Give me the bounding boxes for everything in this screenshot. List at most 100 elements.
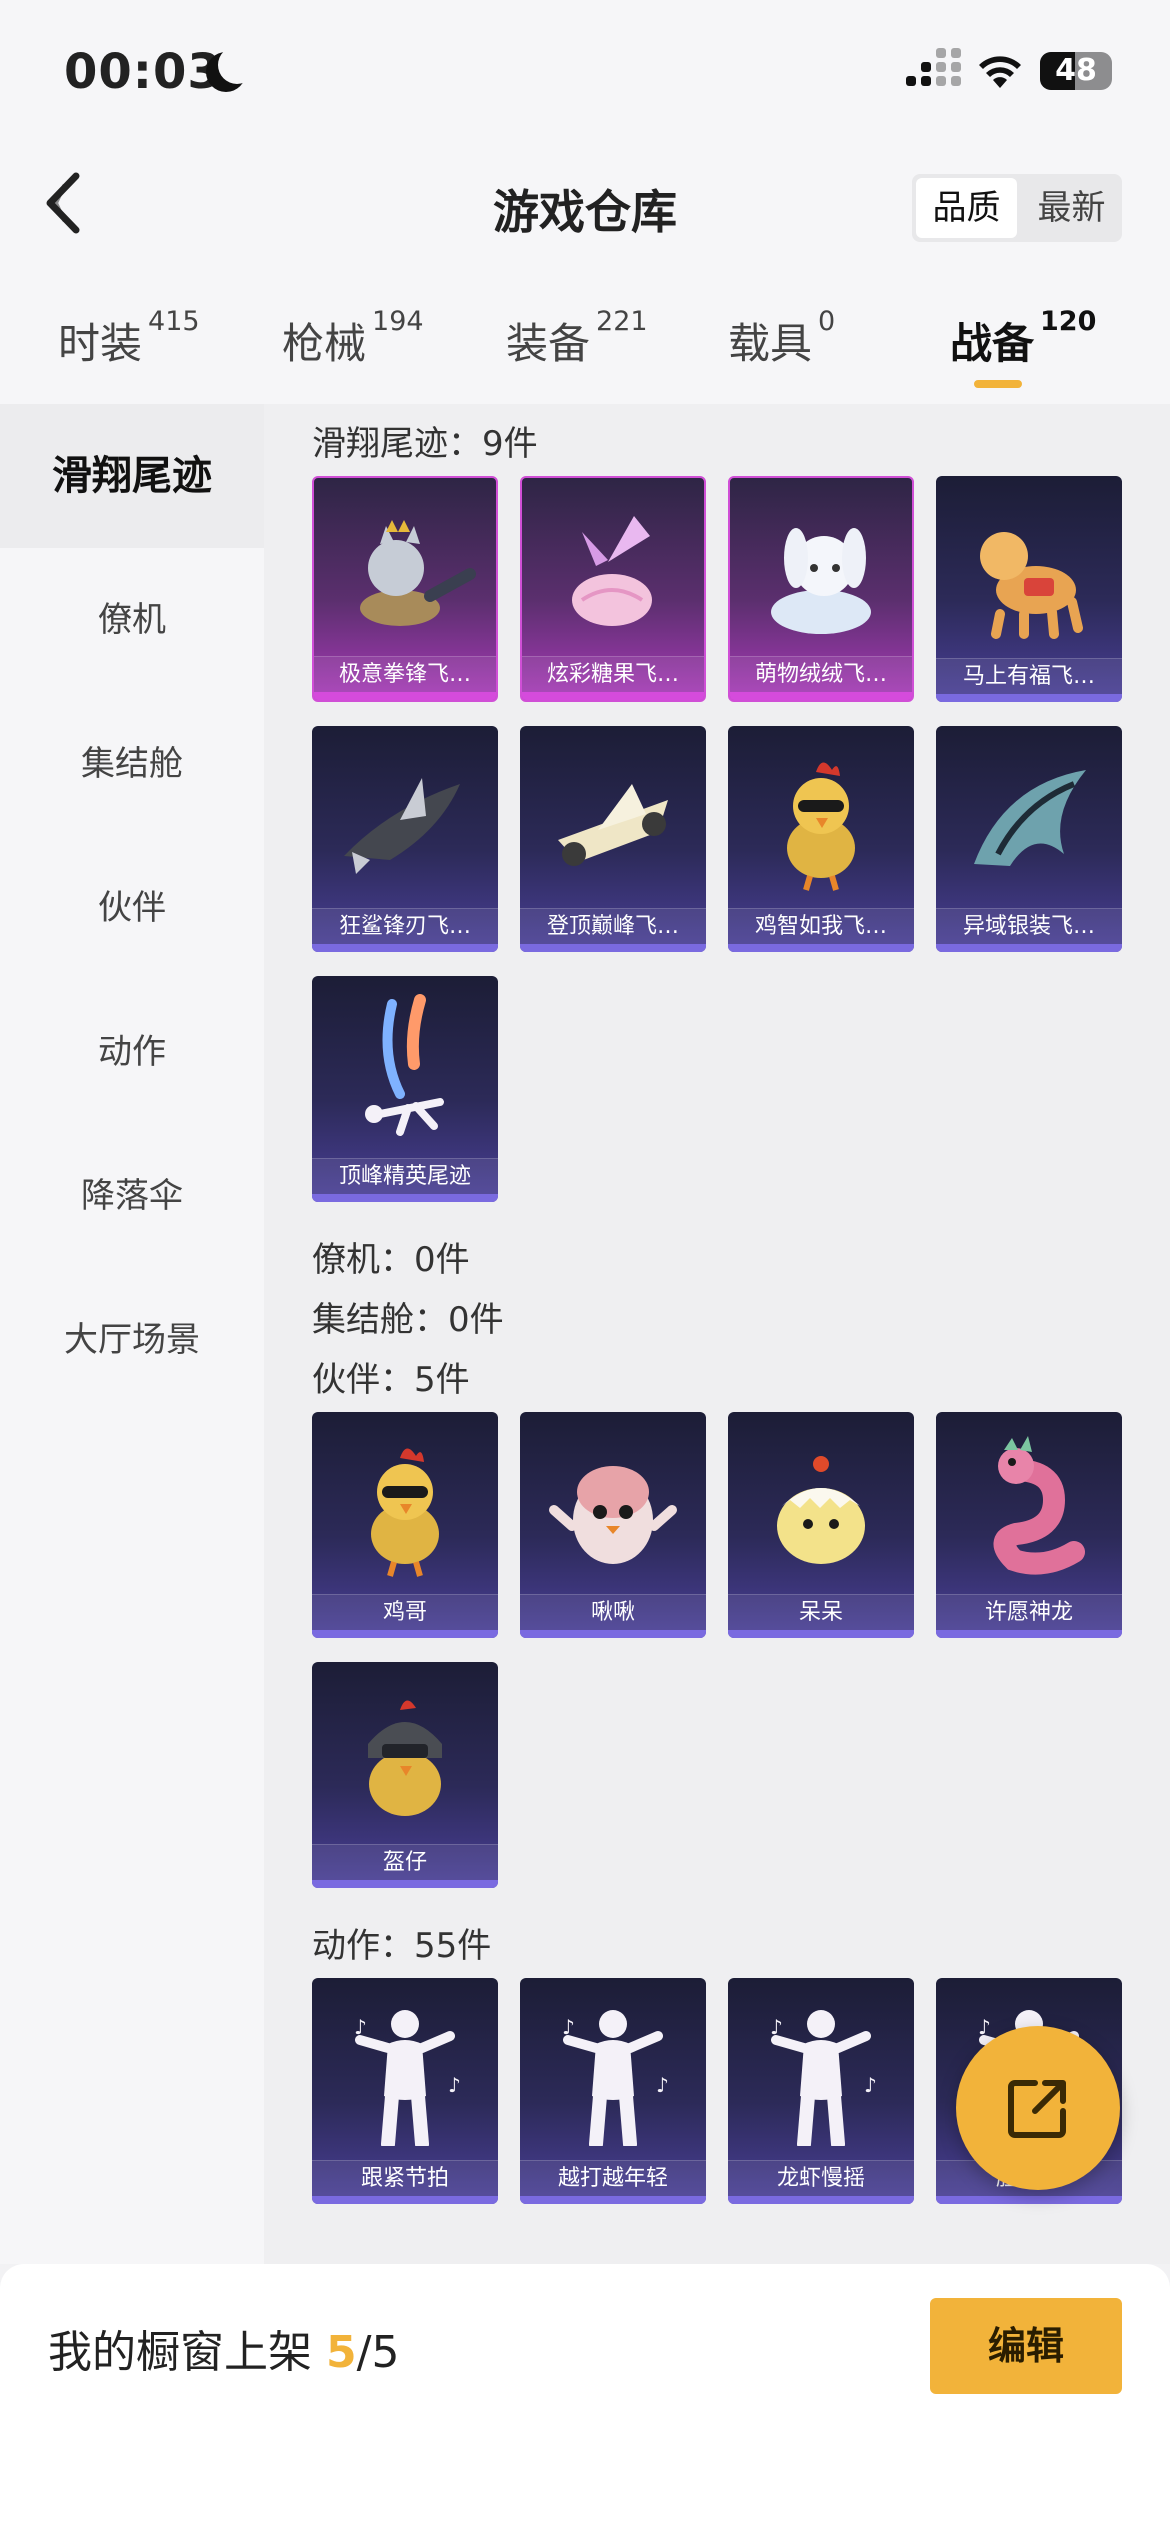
item-label: 越打越年轻 [520, 2160, 706, 2196]
item-card[interactable]: 许愿神龙 [936, 1412, 1122, 1638]
dance-icon: ♪♪ [728, 1978, 914, 2164]
sidebar-item[interactable]: 伙伴 [0, 836, 264, 980]
sidebar-item[interactable]: 降落伞 [0, 1124, 264, 1268]
item-card[interactable]: ♪ ♪ 越打越年轻 [520, 1978, 706, 2204]
tab-vehicles[interactable]: 载具 0 [728, 306, 835, 371]
tab-label: 装备 [506, 319, 591, 368]
tab-equipment[interactable]: 装备 221 [506, 306, 648, 371]
rarity-bar [314, 692, 496, 700]
nav-header: 游戏仓库 品质 最新 [0, 140, 1170, 270]
rarity-bar [728, 1630, 914, 1638]
sidebar-item[interactable]: 大厅场景 [0, 1268, 264, 1412]
svg-text:♪: ♪ [656, 2073, 669, 2097]
cat-plane-icon [314, 478, 496, 664]
svg-text:♪: ♪ [562, 2015, 575, 2039]
bird-icon [520, 1412, 706, 1598]
item-label: 登顶巅峰飞… [520, 908, 706, 944]
rarity-bar [312, 1630, 498, 1638]
tab-count: 120 [1040, 306, 1097, 337]
svg-text:♪: ♪ [978, 2015, 991, 2039]
tab-label: 载具 [728, 319, 813, 368]
item-card[interactable]: 炫彩糖果飞… [520, 476, 706, 702]
active-tab-indicator [974, 380, 1022, 388]
item-label: 鸡智如我飞… [728, 908, 914, 944]
item-label: 盔仔 [312, 1844, 498, 1880]
status-time: 00:03 [64, 44, 222, 100]
moon-icon [206, 46, 256, 92]
item-card[interactable]: 异域银装飞… [936, 726, 1122, 952]
item-card[interactable]: 极意拳锋飞… [312, 476, 498, 702]
dance-icon: ♪♪ [520, 1978, 706, 2164]
item-card[interactable]: ♪ ♪ 跟紧节拍 [312, 1978, 498, 2204]
rarity-bar [520, 1630, 706, 1638]
tab-label: 时装 [58, 319, 143, 368]
item-card[interactable]: ♪ ♪ 龙虾慢摇 [728, 1978, 914, 2204]
chicken-icon [312, 1412, 498, 1598]
rarity-bar [520, 944, 706, 952]
item-label: 许愿神龙 [936, 1594, 1122, 1630]
item-label: 异域银装飞… [936, 908, 1122, 944]
trail-icon [312, 976, 498, 1162]
item-card[interactable]: 登顶巅峰飞… [520, 726, 706, 952]
rarity-bar [936, 1630, 1122, 1638]
section-title: 僚机：0件 [312, 1240, 470, 1280]
sidebar-item[interactable]: 滑翔尾迹 [0, 404, 264, 548]
wifi-icon [979, 56, 1021, 88]
sidebar-item[interactable]: 动作 [0, 980, 264, 1124]
tab-count: 0 [818, 306, 836, 337]
sidebar-item[interactable]: 僚机 [0, 548, 264, 692]
item-label: 顶峰精英尾迹 [312, 1158, 498, 1194]
showcase-used-count: 5 [326, 2327, 357, 2378]
item-label: 马上有福飞… [936, 658, 1122, 694]
item-card[interactable]: 呆呆 [728, 1412, 914, 1638]
rarity-bar [730, 692, 912, 700]
rarity-bar [522, 692, 704, 700]
section-title: 动作：55件 [312, 1926, 492, 1966]
item-card[interactable]: 马上有福飞… [936, 476, 1122, 702]
sidebar-item[interactable]: 集结舱 [0, 692, 264, 836]
tab-label: 枪械 [282, 319, 367, 368]
rarity-bar [936, 2196, 1122, 2204]
category-tabs: 时装 415 枪械 194 装备 221 载具 0 战备 120 [0, 270, 1170, 404]
svg-text:♪: ♪ [354, 2015, 367, 2039]
edit-button[interactable]: 编辑 [930, 2298, 1122, 2394]
dance-icon: ♪♪ [312, 1978, 498, 2164]
rarity-bar [312, 1194, 498, 1202]
item-card[interactable]: 盔仔 [312, 1662, 498, 1888]
item-grid-panel[interactable]: 滑翔尾迹：9件 极意拳锋飞… 炫彩糖果飞… 萌物绒绒飞… 马上有福飞… 狂鲨锋刃飞… 登顶巅… [264, 404, 1170, 2264]
tab-count: 221 [596, 306, 648, 337]
tab-fashion[interactable]: 时装 415 [58, 306, 200, 371]
helmet-chick-icon [312, 1662, 498, 1848]
section-title: 集结舱：0件 [312, 1300, 504, 1340]
item-card[interactable]: 顶峰精英尾迹 [312, 976, 498, 1202]
signal-icon [906, 48, 962, 94]
rarity-bar [728, 944, 914, 952]
tab-count: 415 [148, 306, 200, 337]
tab-combat-gear[interactable]: 战备 120 [950, 306, 1096, 371]
tab-guns[interactable]: 枪械 194 [282, 306, 424, 371]
rarity-bar [312, 2196, 498, 2204]
sort-quality-button[interactable]: 品质 [916, 178, 1017, 238]
jet-icon [520, 726, 706, 912]
item-card[interactable]: 萌物绒绒飞… [728, 476, 914, 702]
item-label: 狂鲨锋刃飞… [312, 908, 498, 944]
item-card[interactable]: 啾啾 [520, 1412, 706, 1638]
sort-newest-button[interactable]: 最新 [1021, 174, 1122, 242]
share-icon [1008, 2080, 1066, 2138]
shark-icon [312, 726, 498, 912]
item-label: 鸡哥 [312, 1594, 498, 1630]
item-label: 萌物绒绒飞… [730, 656, 912, 692]
share-button[interactable] [956, 2026, 1120, 2190]
item-label: 跟紧节拍 [312, 2160, 498, 2196]
horse-icon [936, 476, 1122, 662]
rarity-bar [312, 944, 498, 952]
showcase-total: /5 [356, 2327, 400, 2378]
item-card[interactable]: 鸡智如我飞… [728, 726, 914, 952]
showcase-label: 我的橱窗上架 [48, 2327, 326, 2378]
item-card[interactable]: 狂鲨锋刃飞… [312, 726, 498, 952]
rarity-bar [936, 944, 1122, 952]
svg-text:♪: ♪ [770, 2015, 783, 2039]
rarity-bar [312, 1880, 498, 1888]
item-card[interactable]: 鸡哥 [312, 1412, 498, 1638]
item-label: 啾啾 [520, 1594, 706, 1630]
